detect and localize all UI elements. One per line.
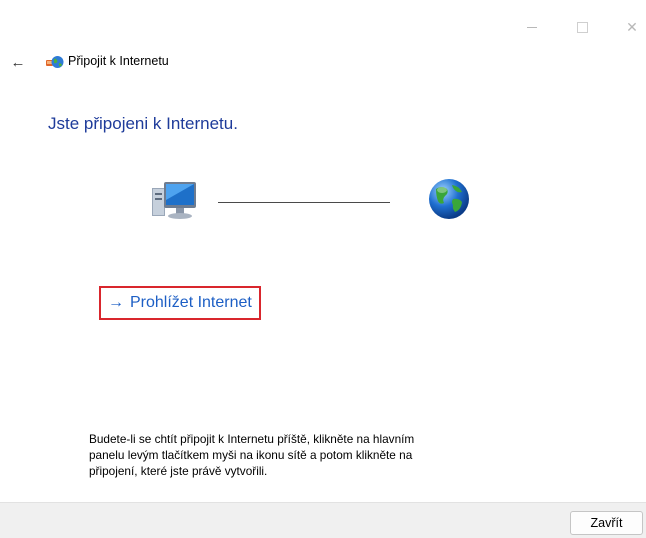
window-close-button[interactable]: ✕ (609, 12, 646, 42)
arrow-right-icon: → (108, 294, 124, 311)
window-title: Připojit k Internetu (68, 54, 169, 68)
page-heading: Jste připojeni k Internetu. (48, 114, 238, 133)
wizard-titlebar: ← Připojit k Internetu (0, 49, 400, 75)
browse-internet-label: Prohlížet Internet (130, 294, 252, 311)
back-arrow-icon: ← (10, 53, 26, 71)
globe-icon (429, 179, 469, 219)
computer-icon (152, 182, 196, 219)
reconnect-instructions: Budete-li se chtít připojit k Internetu … (89, 431, 489, 479)
minimize-button[interactable] (509, 12, 555, 42)
info-line: Budete-li se chtít připojit k Internetu … (89, 432, 415, 446)
info-line: panelu levým tlačítkem myši na ikonu sít… (89, 448, 413, 462)
maximize-button[interactable] (559, 12, 605, 42)
dialog-footer (0, 502, 646, 538)
maximize-icon (576, 21, 588, 33)
close-button[interactable]: Zavřít (570, 511, 643, 535)
browse-internet-link[interactable]: → Prohlížet Internet (99, 286, 261, 320)
connection-line (218, 202, 390, 203)
back-button[interactable]: ← (7, 52, 29, 72)
info-line: připojení, které jste právě vytvořili. (89, 464, 268, 478)
network-connection-icon (46, 56, 64, 68)
minimize-icon (527, 26, 537, 28)
close-icon: ✕ (626, 18, 638, 35)
